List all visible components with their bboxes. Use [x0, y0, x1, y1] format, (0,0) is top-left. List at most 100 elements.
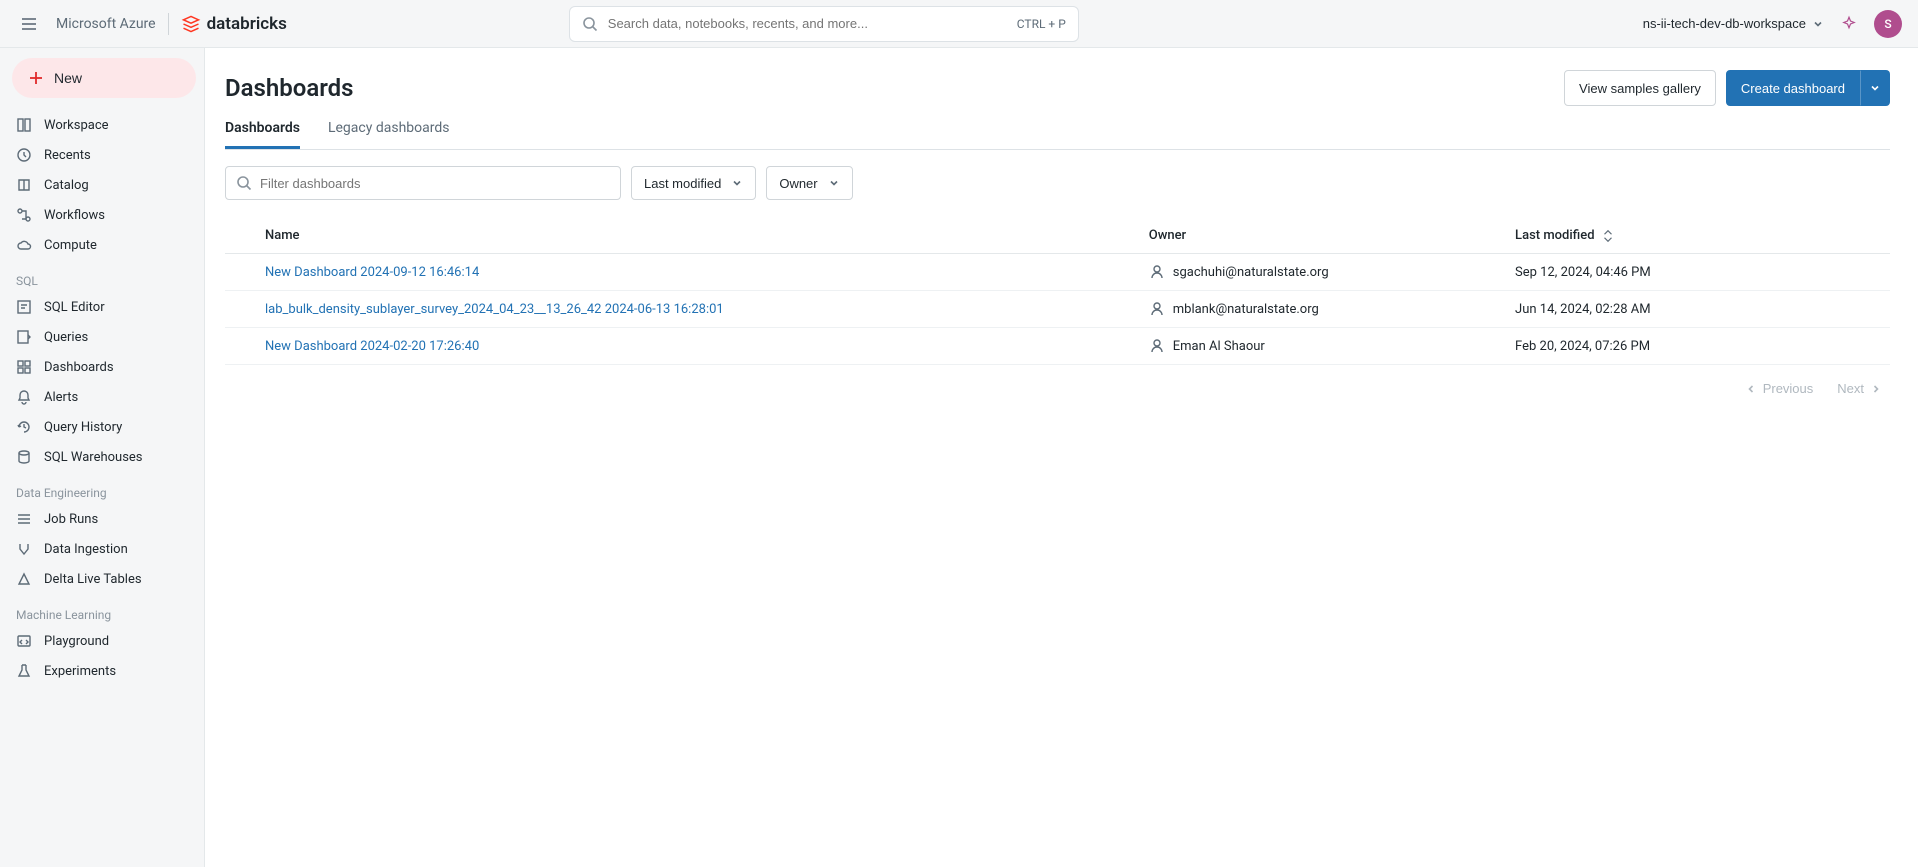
sidebar-item-label: SQL Warehouses	[44, 450, 143, 465]
sidebar-item-label: Alerts	[44, 390, 78, 405]
sidebar-item-compute[interactable]: Compute	[8, 230, 196, 260]
column-header-name[interactable]: Name	[225, 218, 1141, 254]
dashboards-table: Name Owner Last modified New Dashboard 2…	[225, 218, 1890, 365]
modified-label: Feb 20, 2024, 07:26 PM	[1515, 339, 1650, 354]
sidebar-item-delta-live-tables[interactable]: Delta Live Tables	[8, 564, 196, 594]
history-icon	[16, 419, 32, 435]
user-icon	[1149, 264, 1165, 280]
search-icon	[236, 175, 252, 191]
sort-icon	[1601, 229, 1615, 243]
user-avatar[interactable]: S	[1874, 10, 1902, 38]
plus-icon	[28, 70, 44, 86]
next-page-button[interactable]: Next	[1837, 381, 1882, 396]
owner-label: Eman Al Shaour	[1173, 339, 1265, 354]
sidebar-item-label: Playground	[44, 634, 109, 649]
workspace-name-label: ns-ii-tech-dev-db-workspace	[1643, 16, 1806, 31]
sort-filter-label: Last modified	[644, 176, 721, 191]
brand-databricks-label: databricks	[207, 14, 287, 34]
column-header-modified[interactable]: Last modified	[1507, 218, 1890, 254]
sidebar-item-label: Compute	[44, 238, 97, 253]
modified-label: Jun 14, 2024, 02:28 AM	[1515, 302, 1651, 317]
sidebar-item-label: Data Ingestion	[44, 542, 128, 557]
next-label: Next	[1837, 381, 1864, 396]
sidebar-item-label: Catalog	[44, 178, 89, 193]
sidebar-item-query-history[interactable]: Query History	[8, 412, 196, 442]
editor-icon	[16, 299, 32, 315]
create-dashboard-button[interactable]: Create dashboard	[1726, 70, 1860, 106]
sort-filter[interactable]: Last modified	[631, 166, 756, 200]
workspace-icon	[16, 117, 32, 133]
sidebar-item-job-runs[interactable]: Job Runs	[8, 504, 196, 534]
delta-icon	[16, 571, 32, 587]
create-dashboard-dropdown[interactable]	[1860, 70, 1890, 106]
sidebar-item-label: Recents	[44, 148, 91, 163]
sidebar-item-workspace[interactable]: Workspace	[8, 110, 196, 140]
search-shortcut-label: CTRL + P	[1017, 17, 1066, 31]
sidebar-item-sql-editor[interactable]: SQL Editor	[8, 292, 196, 322]
prev-page-button[interactable]: Previous	[1745, 381, 1814, 396]
cloud-icon	[16, 237, 32, 253]
sidebar-item-label: Experiments	[44, 664, 116, 679]
filter-search[interactable]	[225, 166, 621, 200]
sidebar: New Workspace Recents Catalog Workflows Comp…	[0, 48, 205, 867]
sidebar-item-dashboards[interactable]: Dashboards	[8, 352, 196, 382]
sidebar-item-label: Queries	[44, 330, 88, 345]
table-row[interactable]: New Dashboard 2024-02-20 17:26:40 Eman Al…	[225, 328, 1890, 365]
sidebar-item-experiments[interactable]: Experiments	[8, 656, 196, 686]
sidebar-item-playground[interactable]: Playground	[8, 626, 196, 656]
owner-filter-label: Owner	[779, 176, 817, 191]
hamburger-icon	[20, 15, 38, 33]
view-samples-button[interactable]: View samples gallery	[1564, 70, 1716, 106]
new-button[interactable]: New	[12, 58, 196, 98]
search-icon	[582, 16, 598, 32]
sidebar-item-recents[interactable]: Recents	[8, 140, 196, 170]
tabs: Dashboards Legacy dashboards	[225, 120, 1890, 150]
sidebar-item-catalog[interactable]: Catalog	[8, 170, 196, 200]
dashboard-link[interactable]: lab_bulk_density_sublayer_survey_2024_04…	[265, 302, 724, 317]
owner-filter[interactable]: Owner	[766, 166, 852, 200]
avatar-initial: S	[1884, 17, 1891, 31]
sidebar-item-label: Job Runs	[44, 512, 98, 527]
playground-icon	[16, 633, 32, 649]
tab-dashboards[interactable]: Dashboards	[225, 120, 300, 149]
assistant-button[interactable]	[1836, 11, 1862, 37]
owner-label: mblank@naturalstate.org	[1173, 302, 1319, 317]
sidebar-item-sql-warehouses[interactable]: SQL Warehouses	[8, 442, 196, 472]
chevron-left-icon	[1745, 383, 1757, 395]
dashboard-link[interactable]: New Dashboard 2024-02-20 17:26:40	[265, 339, 479, 354]
owner-cell: mblank@naturalstate.org	[1149, 301, 1499, 317]
dashboard-link[interactable]: New Dashboard 2024-09-12 16:46:14	[265, 265, 479, 280]
chevron-down-icon	[828, 177, 840, 189]
chevron-right-icon	[1870, 383, 1882, 395]
owner-label: sgachuhi@naturalstate.org	[1173, 265, 1329, 280]
query-icon	[16, 329, 32, 345]
dashboard-icon	[16, 359, 32, 375]
jobs-icon	[16, 511, 32, 527]
menu-button[interactable]	[16, 11, 42, 37]
sidebar-item-label: Dashboards	[44, 360, 114, 375]
owner-cell: Eman Al Shaour	[1149, 338, 1499, 354]
filter-search-input[interactable]	[260, 176, 610, 191]
user-icon	[1149, 301, 1165, 317]
page-title: Dashboards	[225, 74, 354, 102]
databricks-logo-icon	[181, 14, 201, 34]
clock-icon	[16, 147, 32, 163]
sidebar-section-label: SQL	[8, 260, 196, 292]
table-row[interactable]: lab_bulk_density_sublayer_survey_2024_04…	[225, 291, 1890, 328]
owner-cell: sgachuhi@naturalstate.org	[1149, 264, 1499, 280]
global-search[interactable]: CTRL + P	[569, 6, 1079, 42]
tab-legacy-dashboards[interactable]: Legacy dashboards	[328, 120, 450, 149]
workspace-switcher[interactable]: ns-ii-tech-dev-db-workspace	[1643, 16, 1824, 31]
sidebar-item-data-ingestion[interactable]: Data Ingestion	[8, 534, 196, 564]
brand-databricks: databricks	[181, 14, 287, 34]
top-header: Microsoft Azure databricks CTRL + P ns-i…	[0, 0, 1918, 48]
sidebar-item-alerts[interactable]: Alerts	[8, 382, 196, 412]
column-header-owner[interactable]: Owner	[1141, 218, 1507, 254]
table-row[interactable]: New Dashboard 2024-09-12 16:46:14 sgachuh…	[225, 254, 1890, 291]
sidebar-item-label: SQL Editor	[44, 300, 105, 315]
global-search-input[interactable]	[608, 16, 1007, 31]
sidebar-item-workflows[interactable]: Workflows	[8, 200, 196, 230]
pagination: Previous Next	[225, 365, 1890, 396]
sidebar-item-queries[interactable]: Queries	[8, 322, 196, 352]
user-icon	[1149, 338, 1165, 354]
